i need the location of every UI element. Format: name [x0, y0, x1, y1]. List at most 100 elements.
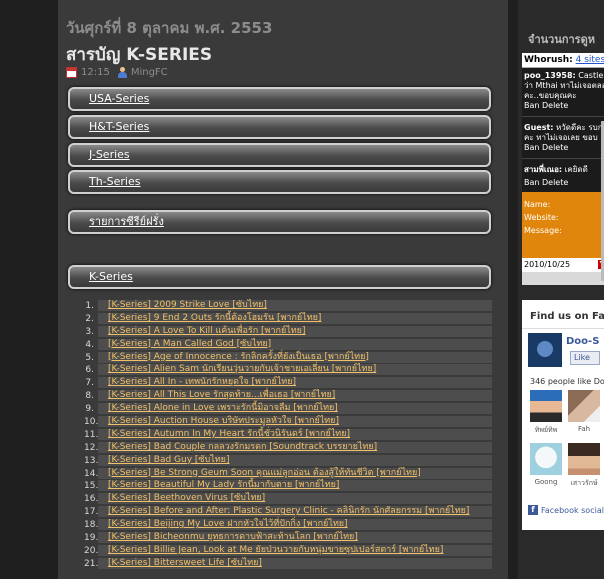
- series-list-item: 7. [K-Series] All In - เทพนักรักหยุดใจ [พ…: [84, 377, 494, 390]
- chat-actions[interactable]: Ban Delete: [524, 143, 568, 153]
- list-item-number: 1.: [85, 301, 94, 311]
- fan-photo: [530, 443, 562, 475]
- chat-actions[interactable]: Ban Delete: [524, 178, 568, 188]
- series-link[interactable]: [K-Series] Alien Sam นักเรียนวุ่นวายกับเ…: [108, 364, 376, 375]
- page-name[interactable]: Doo-S: [566, 336, 599, 347]
- series-link[interactable]: [K-Series] A Love To Kill แค้นเพื่อรัก […: [108, 326, 305, 337]
- list-item-number: 21.: [84, 558, 99, 569]
- fan-photo: [530, 390, 562, 422]
- menu-ht-series[interactable]: H&T-Series: [68, 115, 491, 139]
- series-link[interactable]: [K-Series] Bad Couple กลลวงรักมรดก [Soun…: [108, 442, 377, 453]
- series-link[interactable]: [K-Series] Alone in Love เพราะรักนี้มิอา…: [108, 403, 338, 414]
- facebook-social-plugin: f Facebook social: [528, 505, 604, 515]
- chat-text: ว่า Mthai ทาไม่เจอตลอด: [524, 81, 604, 90]
- list-item-number: 10.: [84, 417, 99, 428]
- series-link[interactable]: [K-Series] Beautiful My Lady รักนี้มากับ…: [108, 480, 339, 491]
- series-list-item: 12. [K-Series] Bad Couple กลลวงรักมรดก [S…: [84, 441, 494, 455]
- series-link[interactable]: [K-Series] Beijing My Love ฝากหัวใจไว้ที…: [108, 519, 348, 530]
- series-list: 1. [K-Series] 2009 Strike Love [ซับไทย] 2.…: [84, 300, 494, 571]
- user-icon: [117, 67, 127, 78]
- list-item-number: 19.: [84, 533, 99, 544]
- series-link[interactable]: [K-Series] Billie Jean, Look at Me ยัยป่…: [108, 545, 443, 556]
- series-list-item: 20. [K-Series] Billie Jean, Look at Me ยั…: [84, 544, 494, 558]
- facebook-icon: f: [528, 505, 538, 515]
- menu-k-series[interactable]: K-Series: [68, 265, 491, 289]
- facebook-box: Find us on Face Doo-S Like 346 people li…: [522, 300, 604, 530]
- chat-clock: 2010/10/25: [524, 260, 571, 269]
- list-item-number: 20.: [84, 545, 99, 556]
- message-field-label[interactable]: Message:: [524, 226, 562, 235]
- page-avatar[interactable]: [528, 333, 562, 367]
- list-item-number: 17.: [84, 507, 99, 518]
- chat-text: คะ..ขอบคุณคะ: [524, 91, 577, 100]
- menu-j-series[interactable]: J-Series: [68, 143, 491, 167]
- post-title: สารบัญ K-SERIES: [66, 45, 213, 65]
- list-item-number: 11.: [84, 429, 99, 440]
- post-meta: 12:15 MingFC: [66, 67, 168, 78]
- menu-usa-series[interactable]: USA-Series: [68, 87, 491, 111]
- series-list-item: 18. [K-Series] Beijing My Love ฝากหัวใจไว…: [84, 519, 494, 532]
- series-link[interactable]: [K-Series] Bad Guy [ซับไทย]: [108, 455, 229, 466]
- post-author[interactable]: MingFC: [131, 67, 168, 78]
- name-field-label[interactable]: Name:: [524, 200, 550, 209]
- series-link[interactable]: [K-Series] Bicheonmu ยุทธการดาบฟ้าสะท้าน…: [108, 532, 358, 543]
- list-item-number: 18.: [84, 520, 99, 531]
- list-item-number: 5.: [85, 352, 94, 363]
- whorush-label: Whorush:: [524, 55, 573, 65]
- list-item-number: 13.: [84, 455, 99, 466]
- fan-photo: [568, 443, 600, 475]
- chat-text: คะ ทาไม่เจอเลย ขอบ: [524, 133, 598, 142]
- series-list-item: 6. [K-Series] Alien Sam นักเรียนวุ่นวายกั…: [84, 364, 494, 377]
- series-link[interactable]: [K-Series] A Man Called God [ซับไทย]: [108, 339, 271, 350]
- series-link[interactable]: [K-Series] Autumn In My Heart รักนี้ชั่ว…: [108, 429, 350, 440]
- chat-text: Castle: [578, 71, 604, 80]
- chat-actions[interactable]: Ban Delete: [524, 101, 568, 111]
- list-item-number: 4.: [85, 339, 94, 350]
- series-link[interactable]: [K-Series] 2009 Strike Love [ซับไทย]: [108, 300, 267, 311]
- fan-item[interactable]: Goong: [530, 443, 562, 486]
- series-link[interactable]: [K-Series] 9 End 2 Outs รักนี้ต้องโฮมรัน…: [108, 313, 321, 324]
- series-link[interactable]: [K-Series] Age of Innocence : รักลิกครั้…: [108, 352, 369, 363]
- like-button[interactable]: Like: [570, 351, 600, 365]
- chat-divider: [522, 158, 604, 159]
- chat-box: Whorush: 4 sites b poo_13958: Castle ว่า…: [522, 53, 604, 285]
- page: วันศุกร์ที่ 8 ตุลาคม พ.ศ. 2553 สารบัญ K-…: [0, 0, 604, 579]
- series-list-item: 19. [K-Series] Bicheonmu ยุทธการดาบฟ้าสะท…: [84, 532, 494, 545]
- series-link[interactable]: [K-Series] All This Love รักสุดท้าย...เพ…: [108, 390, 335, 401]
- website-field-label[interactable]: Website:: [524, 213, 559, 222]
- facebook-social-label[interactable]: Facebook social: [541, 506, 604, 515]
- series-link[interactable]: [K-Series] Bittersweet Life [ซับไทย]: [108, 558, 262, 569]
- series-link[interactable]: [K-Series] Beethoven Virus [ซับไทย]: [108, 493, 265, 504]
- fan-item[interactable]: ทิพย์ทิพ: [530, 390, 562, 436]
- chat-message: poo_13958: Castle: [524, 71, 603, 81]
- series-link[interactable]: [K-Series] Before and After: Plastic Sur…: [108, 506, 469, 517]
- list-item-number: 2.: [85, 313, 94, 324]
- fan-photo: [568, 390, 600, 422]
- facebook-title: Find us on Face: [530, 311, 604, 322]
- post-time: 12:15: [81, 67, 110, 78]
- fan-name: เสาวรักษ์: [570, 479, 598, 487]
- chat-messages: poo_13958: Castle ว่า Mthai ทาไม่เจอตลอด…: [522, 67, 604, 192]
- series-list-item: 2. [K-Series] 9 End 2 Outs รักนี้ต้องโฮมร…: [84, 312, 494, 326]
- series-list-item: 11. [K-Series] Autumn In My Heart รักนี้ช…: [84, 428, 494, 442]
- series-link[interactable]: [K-Series] All In - เทพนักรักหยุดใจ [พาก…: [108, 377, 296, 388]
- chat-message: สามพี่เณอ: เคยิดดี: [524, 165, 588, 175]
- fan-item[interactable]: Fah: [568, 390, 600, 433]
- sidebar: จำนวนการดูห Whorush: 4 sites b poo_13958…: [518, 0, 604, 579]
- series-link[interactable]: [K-Series] Auction House บริษัทประมูลหัว…: [108, 416, 339, 427]
- fan-item[interactable]: เสาวรักษ์: [568, 443, 600, 489]
- chat-divider: [522, 116, 604, 117]
- chat-header: Whorush: 4 sites b: [522, 53, 604, 67]
- main-column: วันศุกร์ที่ 8 ตุลาคม พ.ศ. 2553 สารบัญ K-…: [58, 0, 508, 579]
- whorush-link[interactable]: 4 sites b: [576, 55, 604, 65]
- series-list-item: 4. [K-Series] A Man Called God [ซับไทย]: [84, 338, 494, 352]
- series-list-item: 1. [K-Series] 2009 Strike Love [ซับไทย]: [84, 300, 494, 313]
- list-item-number: 9.: [85, 404, 94, 415]
- series-link[interactable]: [K-Series] Be Strong Geum Soon คุณแม่ลูก…: [108, 468, 421, 479]
- list-item-number: 6.: [85, 365, 94, 376]
- chat-footer: 2010/10/25 Y: [522, 258, 604, 272]
- menu-th-series[interactable]: Th-Series: [68, 170, 491, 194]
- series-list-item: 8. [K-Series] All This Love รักสุดท้าย...…: [84, 390, 494, 403]
- menu-western-series[interactable]: รายการซีรีย์ฝรั่ง: [68, 210, 491, 234]
- chat-author: poo_13958:: [524, 71, 576, 80]
